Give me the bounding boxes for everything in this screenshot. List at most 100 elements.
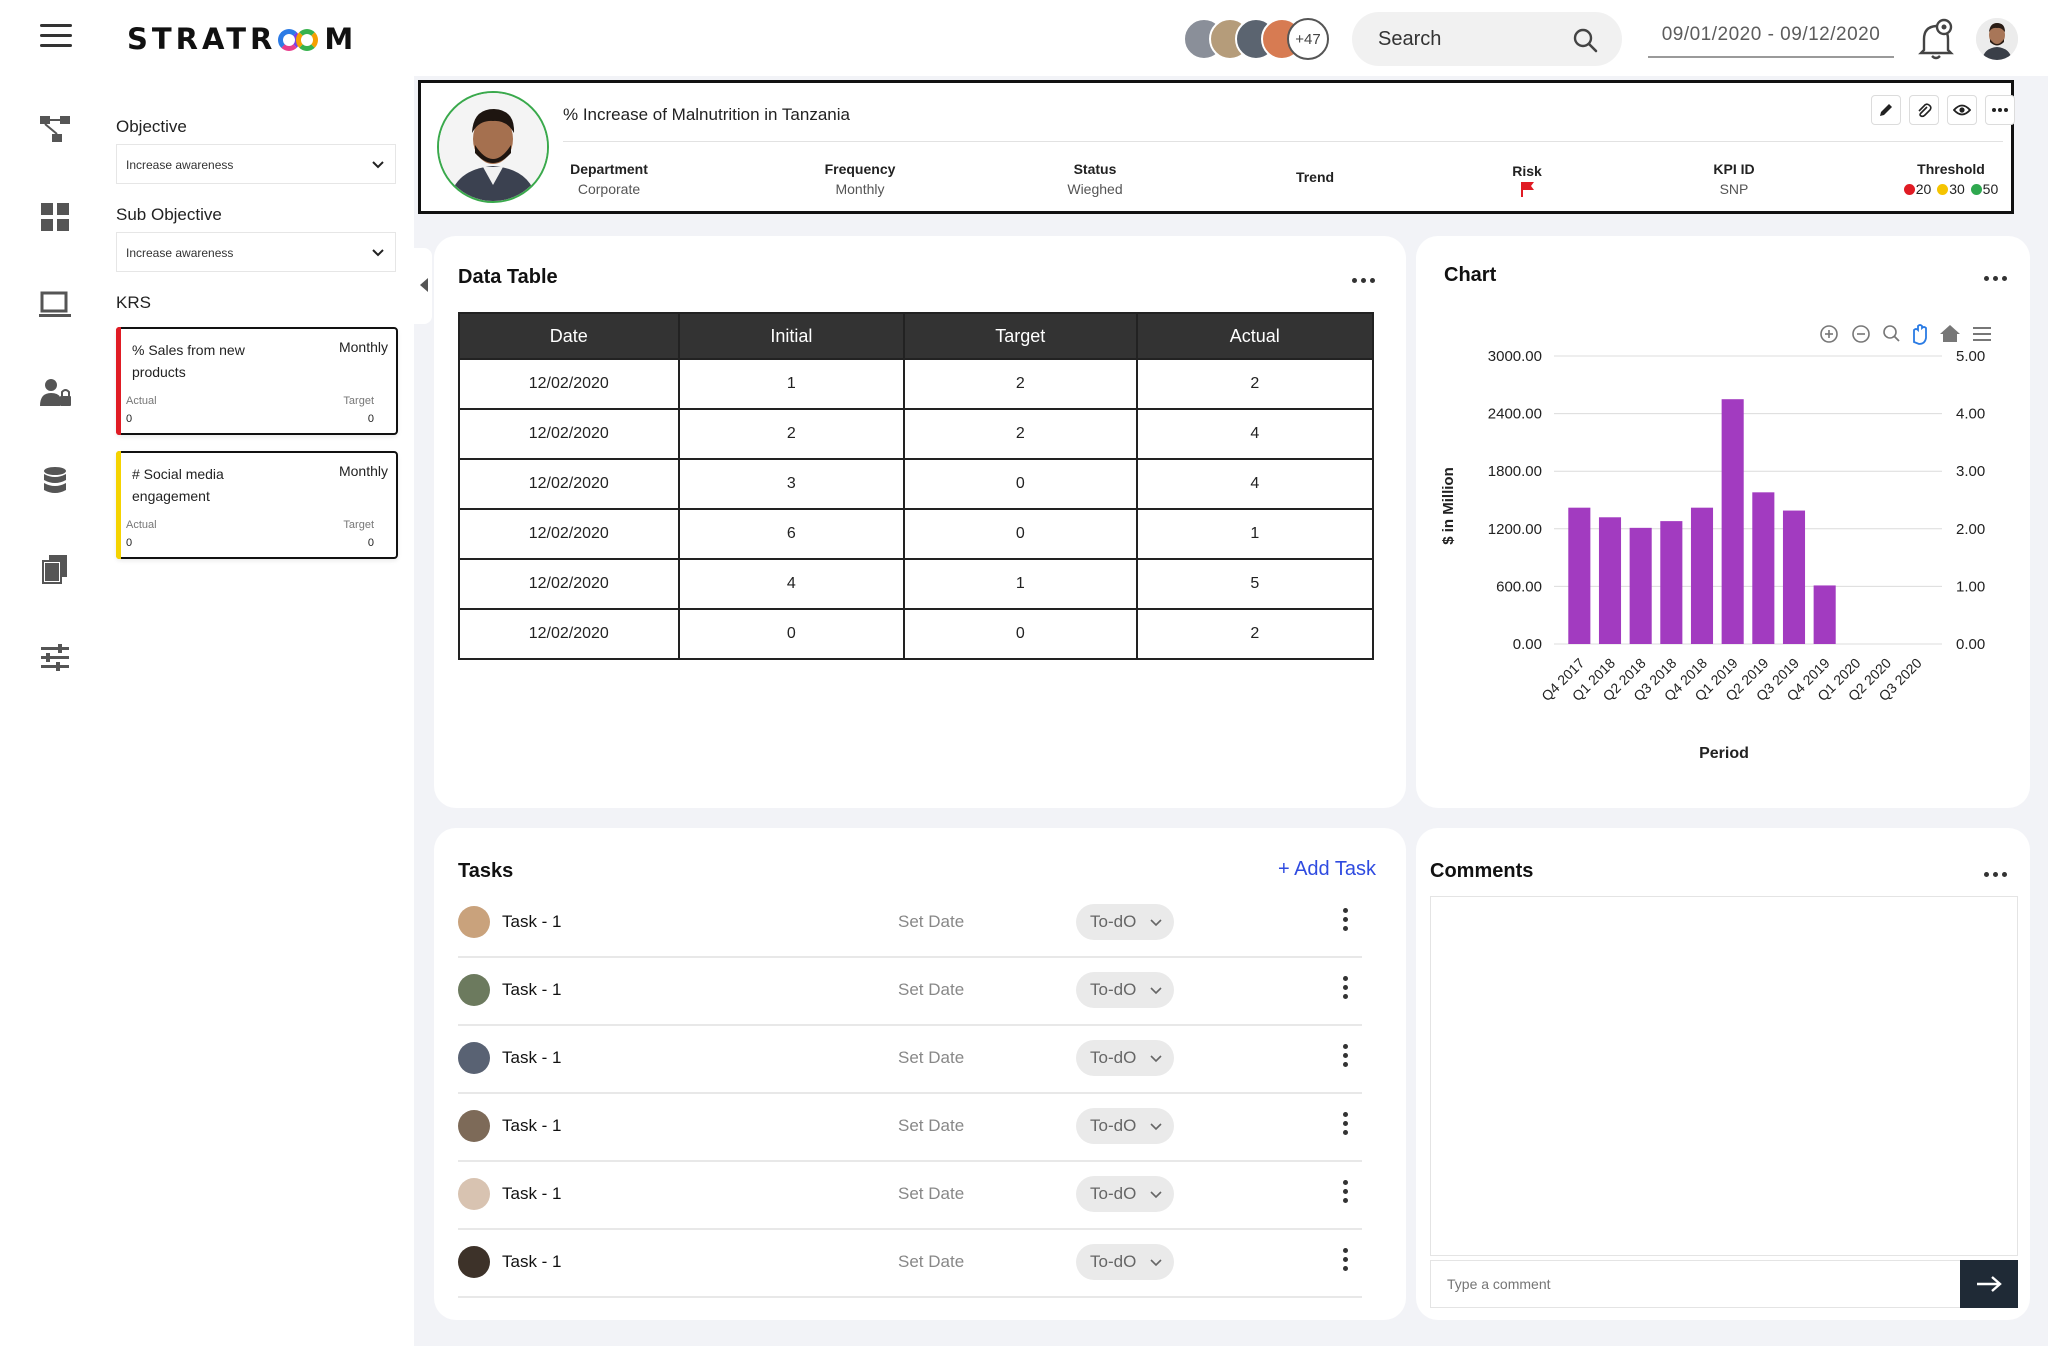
data-table-more-button[interactable] [1352,272,1380,284]
krs-card[interactable]: % Sales from new products Monthly Actual… [116,327,398,435]
stratroom-logo[interactable]: STRATR M [127,22,357,56]
table-cell: 6 [677,508,906,560]
kpi-risk: Risk [1487,163,1567,200]
task-set-date[interactable]: Set Date [898,1116,964,1136]
attach-button[interactable] [1909,95,1939,125]
pan-hand-icon[interactable] [1913,324,1927,345]
bar[interactable] [1813,585,1836,644]
task-row[interactable]: Task - 1 Set Date To-dO [458,890,1362,958]
column-header-date[interactable]: Date [458,312,680,360]
task-status-dropdown[interactable]: To-dO [1076,1176,1174,1212]
comment-input[interactable] [1430,1260,1966,1308]
user-lock-icon[interactable] [38,376,72,410]
task-row[interactable]: Task - 1 Set Date To-dO [458,1162,1362,1230]
task-name: Task - 1 [502,1252,562,1271]
task-row[interactable]: Task - 1 Set Date To-dO [458,1026,1362,1094]
home-icon[interactable] [1940,325,1960,342]
task-assignee-avatar [458,906,490,938]
task-more-icon[interactable] [1340,1248,1350,1276]
table-cell: 1 [903,558,1138,610]
more-options-button[interactable] [1985,95,2015,125]
bar[interactable] [1629,527,1652,644]
send-comment-button[interactable] [1960,1260,2018,1308]
column-header-initial[interactable]: Initial [677,312,906,360]
hamburger-menu-icon[interactable] [40,24,72,50]
task-set-date[interactable]: Set Date [898,1048,964,1068]
hierarchy-icon[interactable] [38,112,72,146]
frequency-label: Frequency [824,161,896,177]
view-button[interactable] [1947,95,1977,125]
sub-objective-select[interactable]: Increase awareness [116,232,396,272]
y2-tick-label: 2.00 [1956,521,1985,538]
task-row[interactable]: Task - 1 Set Date To-dO [458,958,1362,1026]
table-cell: 0 [677,608,906,660]
zoom-in-icon[interactable] [1820,325,1838,343]
task-status-value: To-dO [1090,980,1137,999]
task-more-icon[interactable] [1340,908,1350,936]
team-more-count[interactable]: +47 [1287,18,1329,60]
threshold-green-value: 50 [1982,181,1999,197]
task-more-icon[interactable] [1340,976,1350,1004]
chart-x-axis-label: Period [1699,745,1749,762]
objective-select[interactable]: Increase awareness [116,144,396,184]
bar[interactable] [1568,507,1591,644]
table-header-row: Date Initial Target Actual [458,312,1375,360]
owner-portrait-icon [439,93,547,201]
task-status-dropdown[interactable]: To-dO [1076,904,1174,940]
task-assignee-avatar [458,1042,490,1074]
task-more-icon[interactable] [1340,1180,1350,1208]
task-set-date[interactable]: Set Date [898,980,964,1000]
chart-toolbar [1820,324,1991,345]
search-input[interactable]: Search [1352,12,1622,66]
table-cell: 12/02/2020 [458,408,680,460]
y-tick-label: 600.00 [1496,578,1542,595]
krs-card[interactable]: # Social media engagement Monthly Actual… [116,451,398,559]
task-status-dropdown[interactable]: To-dO [1076,1108,1174,1144]
krs-target-value: 0 [367,537,374,549]
search-icon[interactable] [1572,27,1598,53]
column-header-target[interactable]: Target [903,312,1138,360]
kpi-title: % Increase of Malnutrition in Tanzania [563,105,850,124]
date-range-picker[interactable]: 09/01/2020 - 09/12/2020 [1648,22,1894,58]
bar[interactable] [1598,517,1622,644]
task-status-dropdown[interactable]: To-dO [1076,1244,1174,1280]
task-set-date[interactable]: Set Date [898,912,964,932]
collapse-panel-handle[interactable] [414,248,432,324]
chevron-down-icon [1150,1191,1162,1199]
add-task-button[interactable]: + Add Task [1278,858,1376,881]
monitor-icon[interactable] [38,288,72,322]
trend-label: Trend [1295,169,1335,185]
magnifier-icon[interactable] [1883,325,1900,342]
task-set-date[interactable]: Set Date [898,1184,964,1204]
task-assignee-avatar [458,1110,490,1142]
comments-more-button[interactable] [1984,866,2012,878]
bar[interactable] [1690,507,1714,644]
task-status-dropdown[interactable]: To-dO [1076,972,1174,1008]
task-more-icon[interactable] [1340,1112,1350,1140]
filter-panel: Objective Increase awareness Sub Objecti… [112,76,414,1346]
edit-button[interactable] [1871,95,1901,125]
database-icon[interactable] [38,464,72,498]
zoom-out-icon[interactable] [1852,325,1870,343]
user-portrait-icon [1976,18,2018,60]
task-more-icon[interactable] [1340,1044,1350,1072]
user-profile-avatar[interactable] [1976,18,2018,60]
task-set-date[interactable]: Set Date [898,1252,964,1272]
sub-objective-value: Increase awareness [126,246,234,260]
dashboard-icon[interactable] [38,200,72,234]
bar[interactable] [1721,399,1744,644]
notification-bell-icon[interactable] [1917,18,1955,62]
documents-icon[interactable] [38,552,72,586]
column-header-actual[interactable]: Actual [1135,312,1375,360]
table-cell: 4 [677,558,906,610]
table-cell: 2 [903,358,1138,410]
task-row[interactable]: Task - 1 Set Date To-dO [458,1230,1362,1298]
krs-target-value: 0 [367,413,374,425]
bar[interactable] [1660,521,1683,644]
sliders-icon[interactable] [38,640,72,674]
bar[interactable] [1752,492,1775,644]
chart-menu-icon[interactable] [1973,327,1991,341]
task-status-dropdown[interactable]: To-dO [1076,1040,1174,1076]
task-row[interactable]: Task - 1 Set Date To-dO [458,1094,1362,1162]
bar[interactable] [1782,510,1806,644]
